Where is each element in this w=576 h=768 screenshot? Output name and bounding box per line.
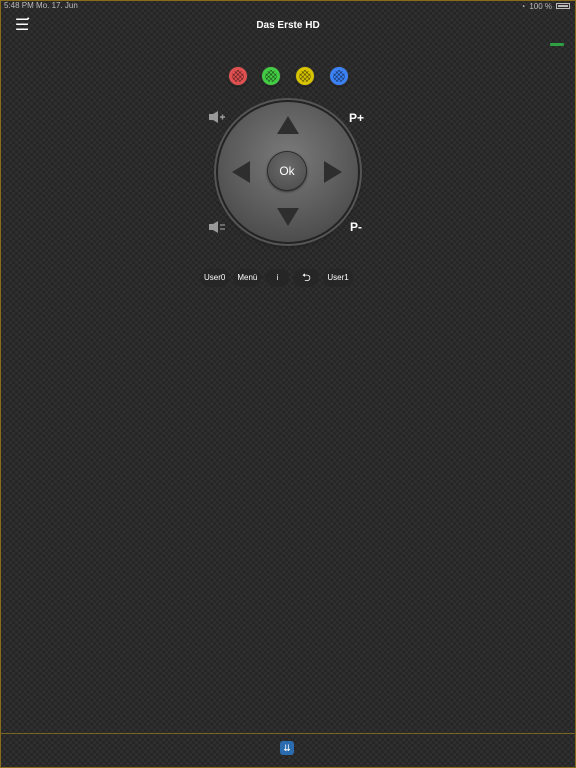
channel-up-button[interactable]: P+ (349, 111, 364, 125)
battery-icon (556, 3, 570, 9)
channel-title: Das Erste HD (256, 20, 320, 31)
speaker-down-icon[interactable] (208, 220, 226, 234)
user1-button[interactable]: User1 (323, 269, 353, 287)
arrow-down-button[interactable] (277, 208, 299, 226)
double-chevron-down-icon[interactable]: ⇊ (280, 741, 294, 755)
green-button[interactable] (262, 67, 280, 85)
status-time: 5:48 PM (4, 1, 34, 10)
info-button[interactable]: i (265, 269, 290, 287)
signal-indicator (550, 43, 564, 46)
arrow-right-button[interactable] (324, 161, 342, 183)
ok-button[interactable]: Ok (268, 152, 306, 190)
arrow-left-button[interactable] (232, 161, 250, 183)
function-row: User0 Menü i ⮌ User1 (200, 269, 353, 287)
wifi-icon: ◔ (520, 1, 526, 11)
user0-button[interactable]: User0 (200, 269, 230, 287)
dpad: Ok (218, 102, 358, 242)
battery-text: 100 % (529, 1, 552, 11)
yellow-button[interactable] (296, 67, 314, 85)
speaker-up-icon[interactable] (208, 110, 226, 124)
return-icon[interactable]: ⮌ (293, 269, 320, 287)
channel-down-button[interactable]: P- (350, 220, 362, 234)
status-date: Mo. 17. Jun (36, 1, 78, 10)
red-button[interactable] (229, 67, 247, 85)
bottom-divider (0, 733, 576, 734)
menu-button[interactable]: Menü (233, 269, 262, 287)
status-bar: 5:48 PM Mo. 17. Jun ◔ 100 % (4, 1, 570, 11)
blue-button[interactable] (330, 67, 348, 85)
arrow-up-button[interactable] (277, 116, 299, 134)
